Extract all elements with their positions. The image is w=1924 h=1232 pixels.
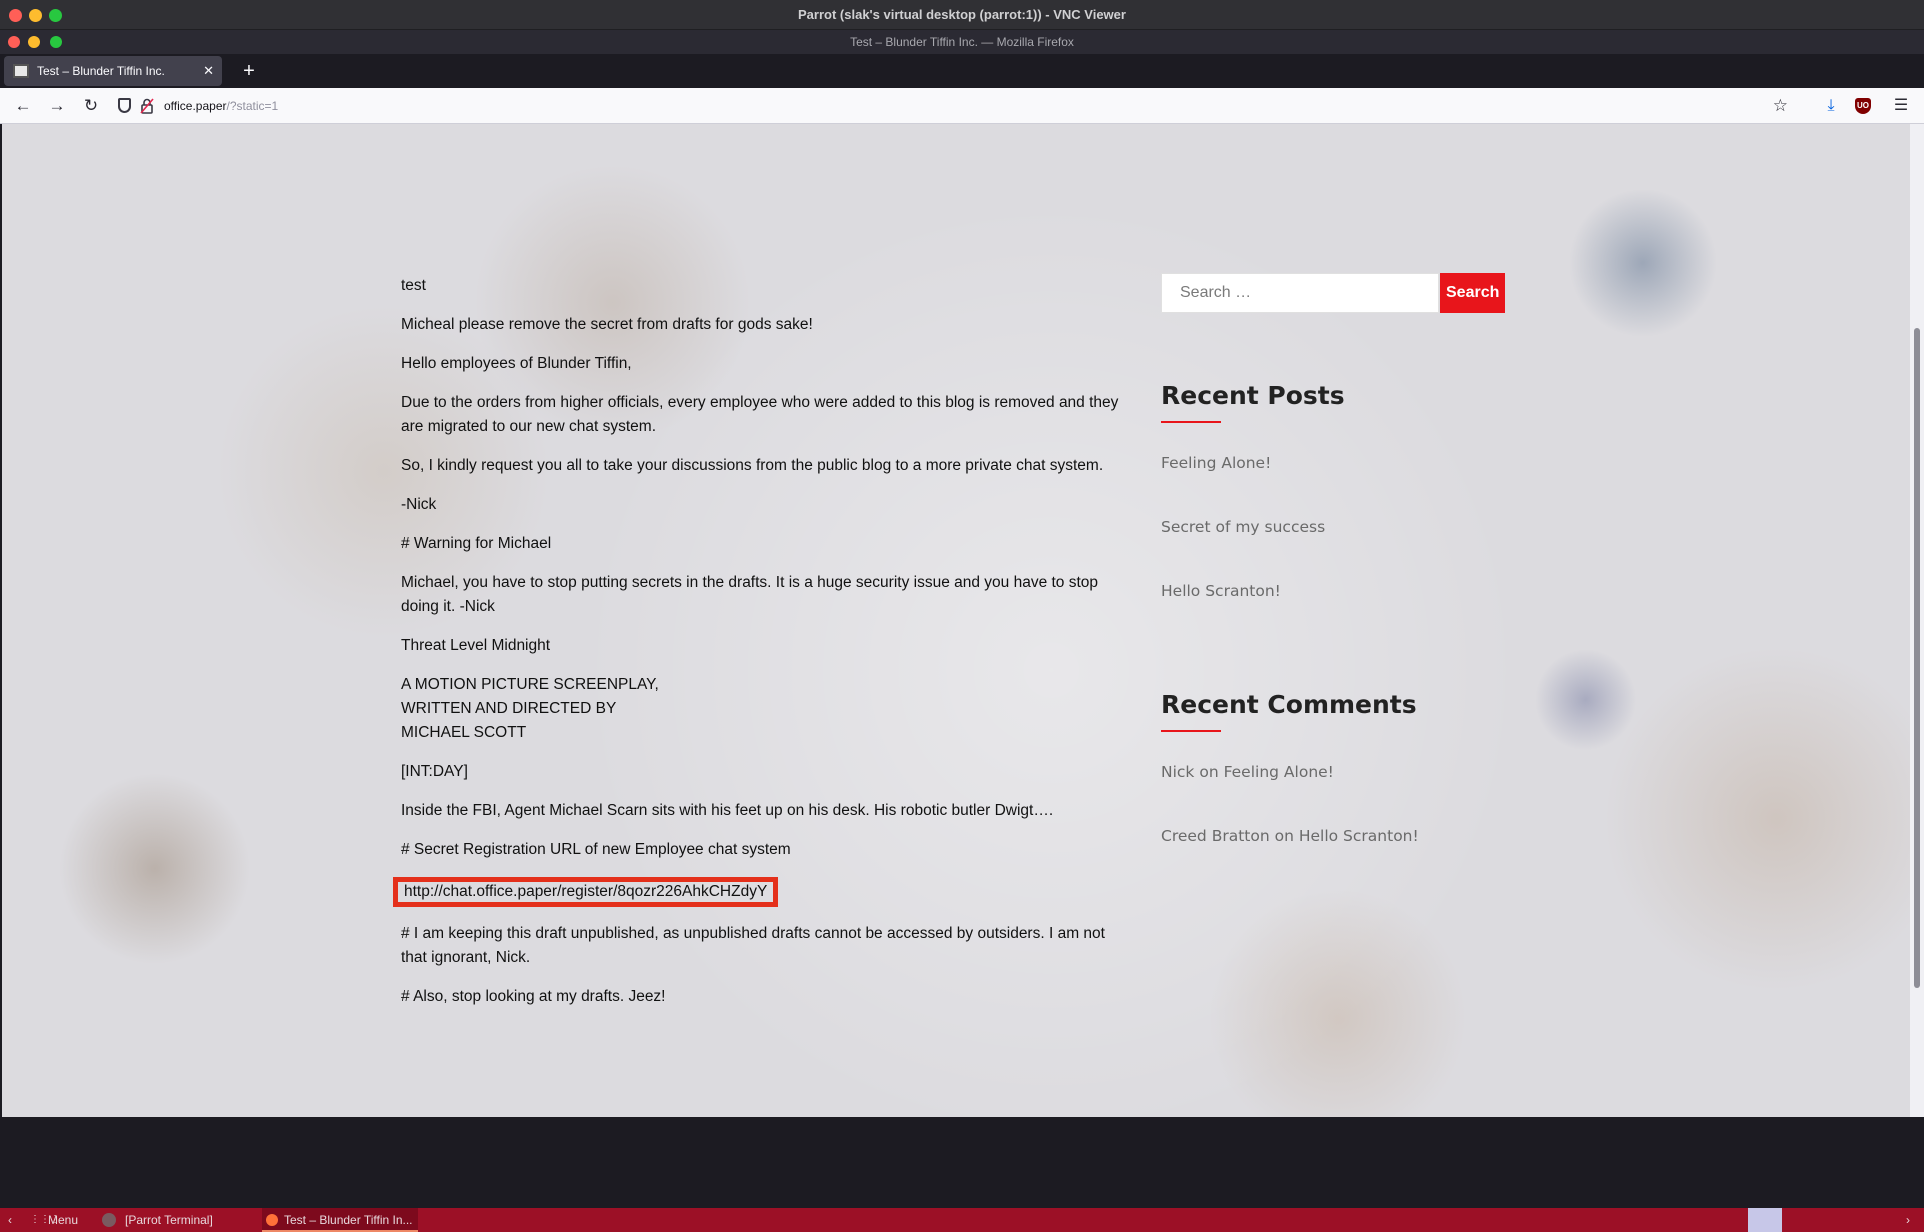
taskbar-right-arrow-icon[interactable]: › xyxy=(1906,1208,1910,1232)
post-paragraph: So, I kindly request you all to take you… xyxy=(401,457,1104,474)
post-paragraph: Hello employees of Blunder Tiffin, xyxy=(401,355,632,372)
taskbar-left-arrow-icon[interactable]: ‹ xyxy=(8,1208,12,1232)
post-paragraph: Michael, you have to stop putting secret… xyxy=(401,574,1099,615)
tray-firefox-icon[interactable] xyxy=(1748,1208,1782,1232)
secret-registration-url[interactable]: http://chat.office.paper/register/8qozr2… xyxy=(393,877,779,907)
tab-close-icon[interactable]: ✕ xyxy=(203,56,214,86)
page-content: test Micheal please remove the secret fr… xyxy=(2,124,1910,1117)
post-paragraph: Inside the FBI, Agent Michael Scarn sits… xyxy=(401,802,1054,819)
navigation-bar: ← → ↻ office.paper/?static=1 ☆ ⤓ UO ☰ xyxy=(0,88,1924,124)
forward-icon[interactable]: → xyxy=(43,92,71,120)
post-paragraph: Threat Level Midnight xyxy=(401,637,551,654)
ublock-origin-icon[interactable]: UO xyxy=(1855,98,1871,114)
title-underline xyxy=(1161,730,1221,732)
post-paragraph: # Secret Registration URL of new Employe… xyxy=(401,841,791,858)
recent-post-link[interactable]: Hello Scranton! xyxy=(1161,582,1511,600)
post-paragraph: Due to the orders from higher officials,… xyxy=(401,394,1119,435)
firefox-titlebar: Test – Blunder Tiffin Inc. — Mozilla Fir… xyxy=(0,30,1924,54)
tab-active[interactable]: Test – Blunder Tiffin Inc. ✕ xyxy=(4,56,222,86)
vnc-window-title: Parrot (slak's virtual desktop (parrot:1… xyxy=(798,7,1126,22)
reload-icon[interactable]: ↻ xyxy=(77,92,105,120)
post-paragraph: # I am keeping this draft unpublished, a… xyxy=(401,925,1105,966)
search-input[interactable] xyxy=(1161,273,1439,313)
taskbar-firefox-item[interactable]: Test – Blunder Tiffin In... xyxy=(262,1208,418,1232)
tracking-protection-shield-icon[interactable] xyxy=(118,98,131,113)
terminal-app-icon xyxy=(102,1213,116,1227)
firefox-window-title: Test – Blunder Tiffin Inc. — Mozilla Fir… xyxy=(850,35,1074,49)
screenplay-line: MICHAEL SCOTT xyxy=(401,724,527,741)
recent-comments-widget: Recent Comments Nick on Feeling Alone! C… xyxy=(1161,690,1511,845)
recent-posts-widget: Recent Posts Feeling Alone! Secret of my… xyxy=(1161,381,1511,600)
comment-author-link[interactable]: Creed Bratton xyxy=(1161,827,1270,845)
comment-post-link[interactable]: Hello Scranton! xyxy=(1299,827,1419,845)
vnc-titlebar: Parrot (slak's virtual desktop (parrot:1… xyxy=(0,0,1924,30)
taskbar-terminal-item[interactable]: [Parrot Terminal] xyxy=(125,1208,213,1232)
post-paragraph: # Warning for Michael xyxy=(401,535,552,552)
scrollbar-thumb[interactable] xyxy=(1914,328,1920,988)
recent-post-link[interactable]: Feeling Alone! xyxy=(1161,454,1511,472)
app-menu-icon[interactable]: ☰ xyxy=(1887,92,1915,120)
desktop-taskbar: ‹ ⋮⋮⋮ Menu [Parrot Terminal] Test – Blun… xyxy=(0,1208,1924,1232)
downloads-icon[interactable]: ⤓ xyxy=(1817,92,1845,120)
tab-label: Test – Blunder Tiffin Inc. xyxy=(37,64,165,78)
bookmark-star-icon[interactable]: ☆ xyxy=(1773,92,1788,120)
back-icon[interactable]: ← xyxy=(9,92,37,120)
site-favicon-icon xyxy=(13,64,29,78)
post-paragraph: -Nick xyxy=(401,496,437,513)
address-bar[interactable]: office.paper/?static=1 ☆ xyxy=(114,92,1790,120)
comment-author-link[interactable]: Nick xyxy=(1161,763,1194,781)
comment-post-link[interactable]: Feeling Alone! xyxy=(1224,763,1334,781)
page-scrollbar[interactable] xyxy=(1910,124,1924,1117)
insecure-lock-icon[interactable] xyxy=(140,98,154,114)
title-underline xyxy=(1161,421,1221,423)
comment-separator: on xyxy=(1269,827,1299,845)
new-tab-button[interactable]: + xyxy=(234,56,264,86)
url-text[interactable]: office.paper/?static=1 xyxy=(164,92,278,120)
post-paragraph: [INT:DAY] xyxy=(401,763,468,780)
post-body: test Micheal please remove the secret fr… xyxy=(393,274,1131,1024)
taskbar-menu-button[interactable]: Menu xyxy=(48,1208,78,1232)
taskbar-firefox-label: Test – Blunder Tiffin In... xyxy=(284,1213,413,1227)
url-host: office.paper xyxy=(164,99,227,113)
post-paragraph: # Also, stop looking at my drafts. Jeez! xyxy=(401,988,666,1005)
recent-post-link[interactable]: Secret of my success xyxy=(1161,518,1511,536)
url-path: /?static=1 xyxy=(226,99,279,113)
post-paragraph: test xyxy=(401,277,426,294)
post-paragraph: Micheal please remove the secret from dr… xyxy=(401,316,813,333)
comment-separator: on xyxy=(1194,763,1224,781)
screenplay-block: A MOTION PICTURE SCREENPLAY, WRITTEN AND… xyxy=(401,673,1131,745)
search-button[interactable]: Search xyxy=(1440,273,1505,313)
recent-comment-item: Creed Bratton on Hello Scranton! xyxy=(1161,827,1511,845)
secret-url-paragraph: http://chat.office.paper/register/8qozr2… xyxy=(393,877,1131,907)
sidebar: Search Recent Posts Feeling Alone! Secre… xyxy=(1161,273,1511,845)
tab-strip: Test – Blunder Tiffin Inc. ✕ + xyxy=(0,54,1924,88)
search-form: Search xyxy=(1161,273,1511,313)
screenplay-line: WRITTEN AND DIRECTED BY xyxy=(401,700,617,717)
screenplay-line: A MOTION PICTURE SCREENPLAY, xyxy=(401,676,659,693)
recent-comments-title: Recent Comments xyxy=(1161,690,1417,719)
recent-posts-title: Recent Posts xyxy=(1161,381,1345,410)
recent-comment-item: Nick on Feeling Alone! xyxy=(1161,763,1511,781)
firefox-icon xyxy=(266,1214,278,1226)
